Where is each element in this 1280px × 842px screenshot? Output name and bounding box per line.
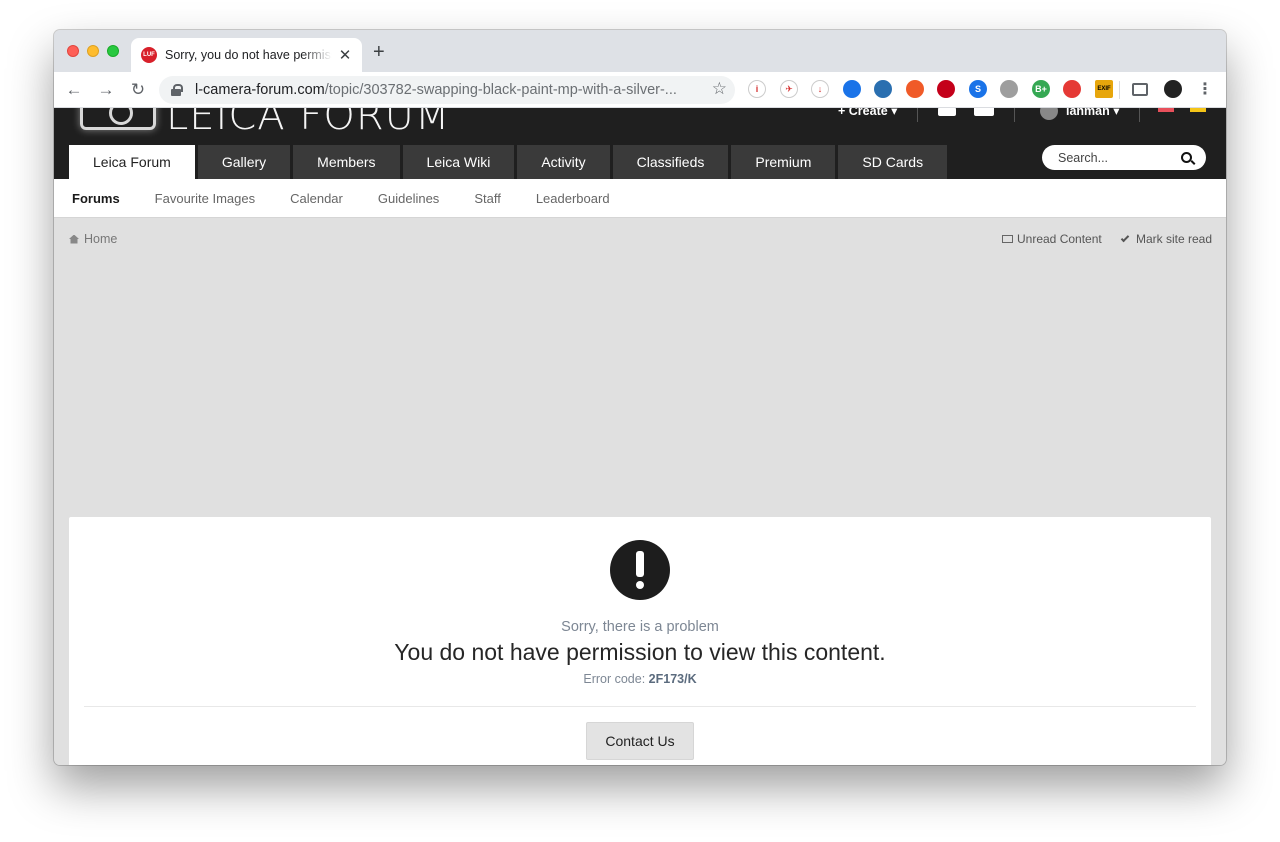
url-text[interactable]: l-camera-forum.com/topic/303782-swapping… (195, 82, 705, 98)
nav-tab-premium[interactable]: Premium (731, 145, 836, 179)
card-divider (84, 706, 1196, 707)
exclamation-icon (610, 540, 670, 600)
maximize-window-button[interactable] (107, 45, 119, 57)
subnav-staff[interactable]: Staff (474, 191, 501, 206)
plane-extension-icon[interactable]: ✈ (780, 80, 798, 98)
red-flag-icon[interactable] (1158, 108, 1174, 112)
user-avatar[interactable] (1040, 108, 1058, 120)
yellow-flag-icon[interactable] (1190, 108, 1206, 112)
lighthouse-extension-icon[interactable] (906, 80, 924, 98)
error-title: You do not have permission to view this … (394, 639, 886, 665)
profile-avatar-icon[interactable] (1164, 80, 1182, 98)
contact-us-button[interactable]: Contact Us (586, 722, 694, 760)
header-divider (1139, 108, 1140, 122)
error-code-label: Error code: (583, 672, 649, 686)
nav-tab-leica-wiki[interactable]: Leica Wiki (402, 145, 515, 179)
reload-icon[interactable]: ↻ (127, 79, 149, 101)
close-window-button[interactable] (67, 45, 79, 57)
nav-tab-members[interactable]: Members (293, 145, 400, 179)
mark-site-read-label: Mark site read (1136, 232, 1213, 246)
error-subtitle: Sorry, there is a problem (561, 619, 719, 635)
minimize-window-button[interactable] (87, 45, 99, 57)
ublock-extension-icon[interactable] (937, 80, 955, 98)
site-favicon-icon: LUF (141, 47, 157, 63)
subnav-forums[interactable]: Forums (72, 191, 120, 206)
error-card: Sorry, there is a problem You do not hav… (69, 517, 1211, 765)
create-menu[interactable]: + Create ▾ (838, 108, 897, 118)
error-code: Error code: 2F173/K (69, 672, 1211, 686)
site-logo-text[interactable]: LEICA FORUM (166, 108, 450, 138)
breadcrumb: Home (69, 232, 117, 246)
search-icon[interactable] (1181, 152, 1192, 163)
exif-extension-icon[interactable]: EXIF (1095, 80, 1113, 98)
toolbar-divider (1119, 81, 1120, 99)
nav-tab-gallery[interactable]: Gallery (197, 145, 291, 179)
check-icon (1120, 233, 1130, 242)
forward-icon[interactable]: → (95, 79, 117, 101)
sub-nav: Forums Favourite Images Calendar Guideli… (54, 179, 1226, 218)
site-search[interactable] (1042, 145, 1206, 170)
new-tab-button[interactable]: + (373, 42, 385, 62)
info-extension-icon[interactable]: i (748, 80, 766, 98)
notifications-bell-icon[interactable] (938, 108, 956, 116)
unread-content-label: Unread Content (1017, 232, 1102, 246)
tab-title: Sorry, you do not have permission to vie… (165, 48, 332, 62)
chrome-menu-icon[interactable]: ⋮ (1196, 80, 1214, 98)
nav-tab-sd-cards[interactable]: SD Cards (838, 145, 948, 179)
url-path: /topic/303782-swapping-black-paint-mp-wi… (324, 82, 677, 98)
subnav-calendar[interactable]: Calendar (290, 191, 343, 206)
download-extension-icon[interactable]: ↓ (811, 80, 829, 98)
compass-extension-icon[interactable] (843, 80, 861, 98)
camera-logo-icon[interactable] (80, 108, 156, 130)
user-menu[interactable]: ianman ▾ (1066, 108, 1120, 118)
unread-content-icon (1002, 235, 1013, 243)
unread-content-link[interactable]: Unread Content (1002, 232, 1102, 246)
back-icon[interactable]: ← (63, 79, 85, 101)
browser-toolbar: ← → ↻ l-camera-forum.com/topic/303782-sw… (54, 72, 1226, 108)
subnav-favourite-images[interactable]: Favourite Images (155, 191, 255, 206)
color-pen-extension-icon[interactable] (1063, 80, 1081, 98)
s-extension-icon[interactable]: S (969, 80, 987, 98)
search-input[interactable] (1058, 150, 1168, 165)
subnav-leaderboard[interactable]: Leaderboard (536, 191, 610, 206)
bookmark-star-icon[interactable]: ☆ (712, 79, 727, 99)
cast-icon[interactable] (1132, 83, 1148, 96)
home-icon (69, 234, 79, 244)
address-bar[interactable]: l-camera-forum.com/topic/303782-swapping… (159, 76, 735, 104)
tab-strip: LUF Sorry, you do not have permission to… (54, 30, 1226, 72)
main-nav: Leica Forum Gallery Members Leica Wiki A… (69, 145, 948, 179)
url-host: l-camera-forum.com (195, 82, 325, 98)
lock-icon (171, 84, 183, 96)
mark-site-read-link[interactable]: Mark site read (1120, 232, 1213, 246)
breadcrumb-home[interactable]: Home (84, 232, 117, 246)
b-plus-extension-icon[interactable]: B+ (1032, 80, 1050, 98)
tab-close-icon[interactable]: ✕ (338, 46, 352, 64)
spy-extension-icon[interactable] (874, 80, 892, 98)
site-header: LEICA FORUM + Create ▾ ianman ▾ Leica Fo… (54, 108, 1226, 179)
nav-tab-activity[interactable]: Activity (517, 145, 610, 179)
header-divider (917, 108, 918, 122)
browser-window: LUF Sorry, you do not have permission to… (54, 30, 1226, 765)
subnav-guidelines[interactable]: Guidelines (378, 191, 439, 206)
header-divider (1014, 108, 1015, 122)
page-viewport: LEICA FORUM + Create ▾ ianman ▾ Leica Fo… (54, 108, 1226, 765)
error-code-value: 2F173/K (648, 672, 697, 686)
browser-tab[interactable]: LUF Sorry, you do not have permission to… (131, 38, 362, 72)
nav-tab-leica-forum[interactable]: Leica Forum (69, 145, 195, 179)
nav-tab-classifieds[interactable]: Classifieds (612, 145, 729, 179)
messages-mail-icon[interactable] (974, 108, 994, 116)
moon-extension-icon[interactable] (1000, 80, 1018, 98)
